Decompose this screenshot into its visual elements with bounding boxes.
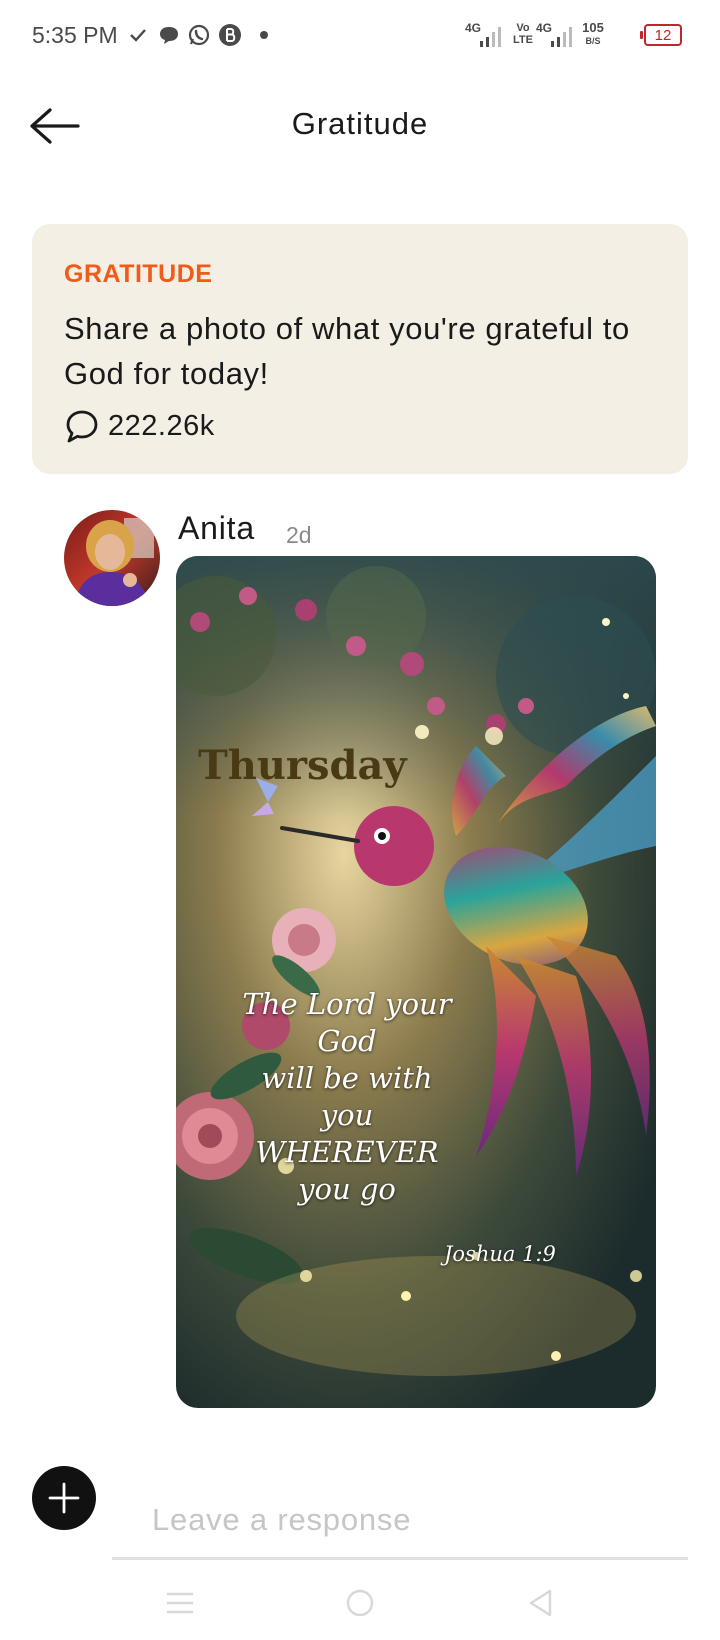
post-author-name[interactable]: Anita [178, 510, 255, 547]
data-speed: 105 B/S [578, 20, 608, 47]
speech-bubble-icon [66, 410, 98, 443]
response-count[interactable]: 222.26k [64, 408, 215, 444]
verse-line: will be with you [261, 1061, 433, 1132]
add-button[interactable] [32, 1466, 96, 1530]
status-bar: 5:35 PM 4G Vo LTE 4G 105 B/S 12 [0, 0, 720, 72]
home-circle-icon[interactable] [340, 1588, 380, 1618]
b-badge-icon [218, 22, 242, 48]
battery-icon: 12 [640, 24, 682, 46]
data-speed-value: 105 [582, 20, 604, 35]
status-time: 5:35 PM [32, 22, 118, 48]
image-verse-text: The Lord your God will be with you WHERE… [232, 986, 462, 1208]
prompt-card: GRATITUDE Share a photo of what you're g… [32, 224, 688, 474]
verse-line: The Lord your [242, 987, 452, 1021]
signal-icon [474, 24, 504, 50]
image-day-text: Thursday [198, 742, 407, 789]
page-title: Gratitude [291, 106, 429, 141]
back-triangle-icon[interactable] [520, 1588, 560, 1618]
verse-line: you go [298, 1172, 396, 1206]
signal-icon [545, 24, 575, 50]
post-image[interactable]: Thursday The Lord your God will be with … [176, 556, 656, 1408]
chat-bubble-icon [158, 22, 180, 48]
data-speed-unit: B/S [585, 36, 601, 46]
response-count-value: 222.26k [108, 409, 215, 442]
verse-line: God [317, 1024, 377, 1058]
volte-label: Vo LTE [513, 22, 533, 46]
whatsapp-icon [187, 22, 211, 48]
battery-level: 12 [654, 26, 672, 44]
avatar[interactable] [64, 510, 160, 606]
dot-icon [258, 22, 270, 48]
check-icon [128, 22, 148, 48]
post-time: 2d [286, 522, 312, 548]
prompt-text: Share a photo of what you're grateful to… [64, 311, 630, 391]
menu-icon[interactable] [160, 1588, 200, 1618]
verse-line: WHEREVER [255, 1135, 439, 1169]
plus-icon [48, 1482, 80, 1514]
response-input[interactable] [112, 1482, 688, 1560]
image-verse-reference: Joshua 1:9 [444, 1242, 556, 1266]
prompt-category: GRATITUDE [64, 260, 213, 288]
